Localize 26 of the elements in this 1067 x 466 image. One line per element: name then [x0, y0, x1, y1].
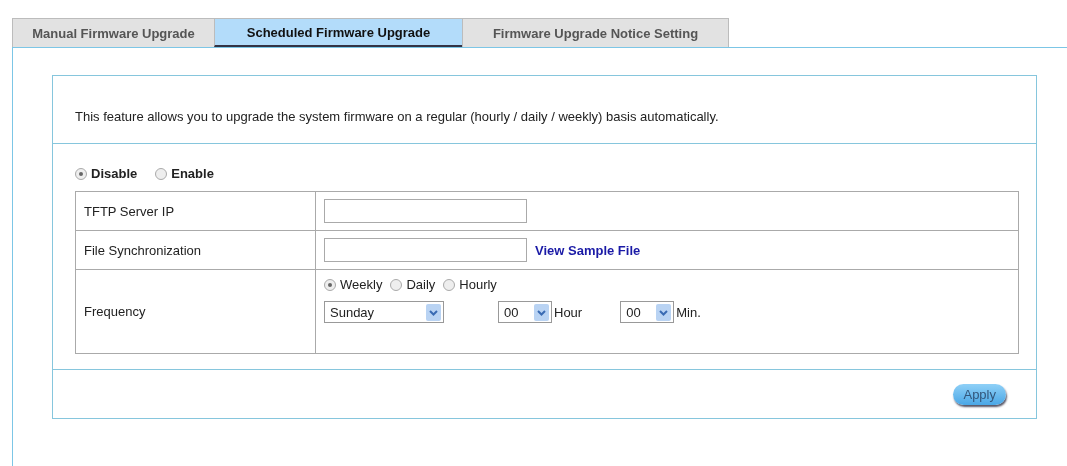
input-field[interactable] — [324, 238, 527, 262]
table-cell: Frequency — [76, 270, 316, 353]
radio-label: Hourly — [459, 277, 497, 292]
radio-label: Disable — [91, 166, 138, 181]
table-cell: File Synchronization — [76, 231, 316, 269]
radio-label: Enable — [171, 166, 214, 181]
radio-button[interactable] — [324, 278, 336, 291]
apply-button[interactable]: Apply — [953, 383, 1006, 405]
unit-label: Min. — [676, 304, 701, 320]
dropdown[interactable]: 00 — [498, 301, 552, 323]
dropdown[interactable]: 00 — [620, 301, 675, 323]
tab[interactable]: Firmware Upgrade Notice Setting — [462, 18, 729, 47]
dropdown[interactable]: Sunday — [324, 301, 444, 323]
radio-label: Weekly — [340, 277, 383, 292]
radio-label: Daily — [406, 277, 436, 292]
tab[interactable]: Manual Firmware Upgrade — [12, 18, 215, 47]
tab[interactable]: Scheduled Firmware Upgrade — [214, 18, 463, 47]
description-text: This feature allows you to upgrade the system firmware on a regular (hourly / daily / weekly) basis automatically. — [53, 76, 1036, 144]
table-cell: TFTP Server IP — [76, 192, 316, 230]
view-sample-file-link[interactable]: View Sample File — [535, 242, 641, 258]
unit-label: Hour — [554, 304, 583, 320]
radio-button[interactable] — [75, 167, 87, 180]
input-field[interactable] — [324, 199, 527, 223]
radio-button[interactable] — [443, 278, 456, 291]
radio-button[interactable] — [390, 278, 403, 291]
radio-button[interactable] — [155, 167, 168, 180]
